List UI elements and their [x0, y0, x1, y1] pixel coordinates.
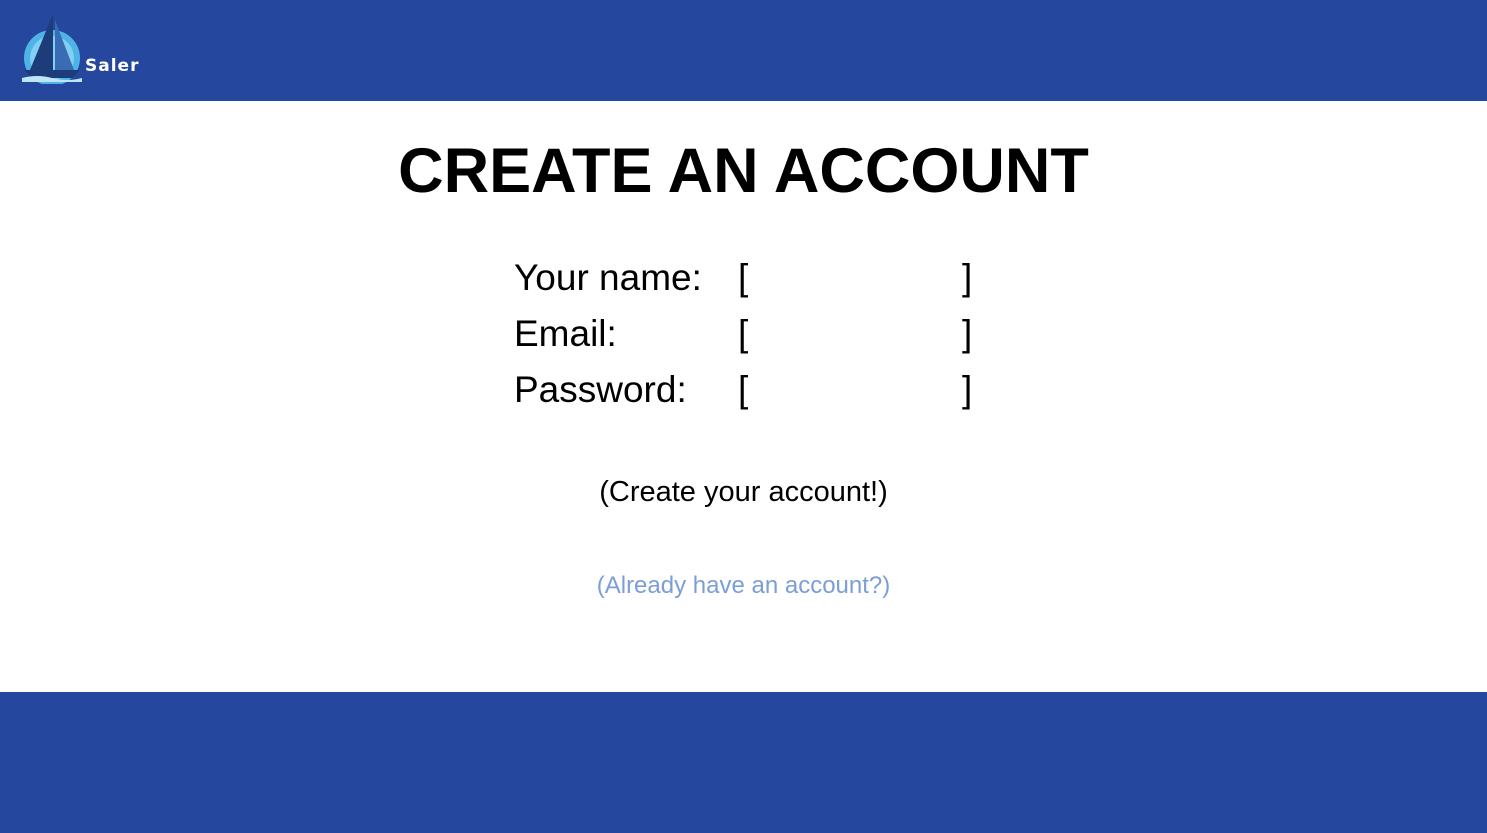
email-input[interactable]	[754, 316, 958, 352]
saler-logo[interactable]: Saler	[22, 12, 152, 84]
page-title: CREATE AN ACCOUNT	[398, 136, 1089, 206]
logo-text: Saler	[85, 56, 140, 76]
footer-bar	[0, 692, 1487, 833]
header-bar: Saler	[0, 0, 1487, 101]
password-label: Password:	[514, 369, 687, 410]
name-row: Your name: [ ]	[514, 256, 984, 300]
password-input[interactable]	[754, 372, 958, 408]
password-row: Password: [ ]	[514, 368, 984, 412]
name-label: Your name:	[514, 257, 702, 298]
email-bracket-close: ]	[962, 313, 973, 354]
email-label: Email:	[514, 313, 617, 354]
password-bracket-open: [	[738, 369, 749, 410]
create-account-button[interactable]: (Create your account!)	[0, 473, 1487, 511]
name-bracket-open: [	[738, 257, 749, 298]
name-input[interactable]	[754, 260, 958, 296]
login-link[interactable]: (Already have an account?)	[0, 570, 1487, 602]
email-row: Email: [ ]	[514, 312, 984, 356]
password-bracket-close: ]	[962, 369, 973, 410]
sailboat-icon	[22, 14, 82, 84]
name-bracket-close: ]	[962, 257, 973, 298]
email-bracket-open: [	[738, 313, 749, 354]
